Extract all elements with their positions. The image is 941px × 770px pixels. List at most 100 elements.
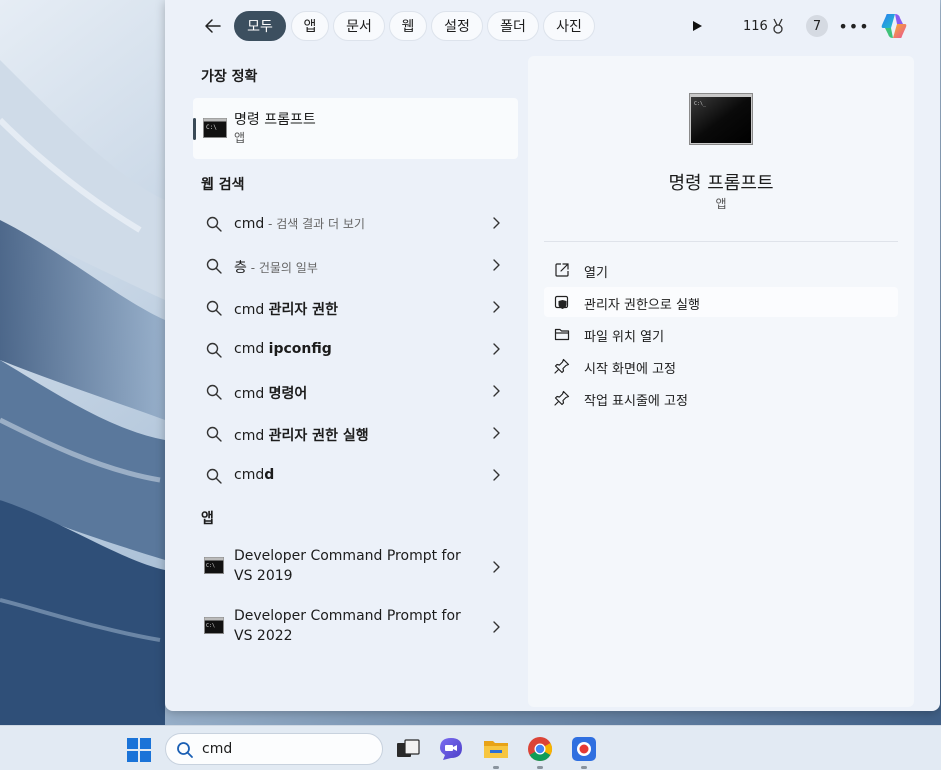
screen-recorder-icon[interactable]: [570, 735, 598, 763]
action-label: 열기: [584, 266, 608, 281]
chevron-right-icon: [493, 259, 500, 271]
action-open[interactable]: 열기: [544, 255, 898, 285]
command-prompt-icon: C:\: [204, 557, 224, 574]
action-label: 파일 위치 열기: [584, 330, 665, 345]
more-icon: •••: [838, 16, 870, 36]
back-button[interactable]: [197, 10, 229, 42]
search-icon: [206, 468, 222, 484]
detail-pane: C:\_ 명령 프롬프트 앱 열기 관리자 권한으로 실행 파일 위치 열기 시…: [528, 56, 914, 707]
search-icon: [206, 384, 222, 400]
result-query: cmd: [234, 428, 269, 444]
search-icon: [206, 258, 222, 274]
search-icon: [206, 342, 222, 358]
notification-badge[interactable]: 7: [806, 15, 828, 37]
folder-icon: [554, 328, 570, 341]
search-icon: [206, 216, 222, 232]
tab-folders[interactable]: 폴더: [487, 11, 539, 41]
taskbar: cmd: [0, 725, 941, 770]
filter-bar: 모두 앱 문서 웹 설정 폴더 사진 116 7 •••: [165, 10, 940, 42]
web-result-5[interactable]: cmd 명령어: [193, 373, 518, 411]
pin-icon: [554, 358, 570, 374]
web-result-4[interactable]: cmd ipconfig: [193, 331, 518, 369]
chrome-icon[interactable]: [526, 735, 554, 763]
chevron-right-icon: [493, 621, 500, 633]
app-result-vs2022[interactable]: C:\ Developer Command Prompt for VS 2022: [193, 600, 518, 654]
action-pin-to-start[interactable]: 시작 화면에 고정: [544, 351, 898, 381]
file-explorer-icon[interactable]: [482, 735, 510, 763]
web-result-3[interactable]: cmd 관리자 권한: [193, 289, 518, 327]
action-label: 관리자 권한으로 실행: [584, 298, 700, 313]
result-bold: 관리자 권한: [268, 302, 338, 318]
svg-text:C:\_: C:\_: [694, 101, 707, 107]
search-icon: [206, 300, 222, 316]
play-icon: [693, 21, 702, 31]
best-match-title: 명령 프롬프트: [234, 112, 316, 128]
best-match-subtitle: 앱: [234, 131, 246, 145]
points-value: 116: [743, 18, 768, 34]
taskbar-search-box[interactable]: cmd: [165, 733, 383, 765]
tab-apps[interactable]: 앱: [291, 11, 329, 41]
task-view-icon[interactable]: [394, 735, 422, 763]
app-result-vs2019[interactable]: C:\ Developer Command Prompt for VS 2019: [193, 540, 518, 594]
result-bold: 명령어: [268, 386, 308, 402]
web-result-7[interactable]: cmdd: [193, 457, 518, 495]
tab-all[interactable]: 모두: [234, 11, 286, 41]
play-button[interactable]: [687, 16, 707, 36]
chevron-right-icon: [493, 301, 500, 313]
web-result-6[interactable]: cmd 관리자 권한 실행: [193, 415, 518, 453]
result-query: cmd: [234, 341, 269, 357]
detail-subtitle: 앱: [715, 197, 727, 211]
tab-photos[interactable]: 사진: [543, 11, 595, 41]
web-result-2[interactable]: 층 - 건물의 일부: [193, 247, 518, 285]
action-label: 시작 화면에 고정: [584, 362, 676, 377]
pin-icon: [554, 390, 570, 406]
app-name-line1: Developer Command Prompt for: [234, 608, 461, 624]
chat-app-icon[interactable]: [437, 735, 465, 763]
taskbar-search-value: cmd: [202, 741, 233, 757]
action-run-as-admin[interactable]: 관리자 권한으로 실행: [544, 287, 898, 317]
chevron-right-icon: [493, 217, 500, 229]
web-search-heading: 웹 검색: [201, 177, 245, 193]
svg-text:C:\: C:\: [206, 563, 215, 569]
result-bold: 관리자 권한 실행: [268, 428, 369, 444]
chevron-right-icon: [493, 385, 500, 397]
result-query: cmd: [234, 302, 269, 318]
windows-start-icon[interactable]: [126, 737, 152, 763]
svg-text:C:\: C:\: [206, 623, 215, 629]
apps-heading: 앱: [201, 511, 214, 527]
app-name-line2: VS 2022: [234, 628, 293, 644]
web-result-1[interactable]: cmd - 검색 결과 더 보기: [193, 205, 518, 243]
app-name-line1: Developer Command Prompt for: [234, 548, 461, 564]
chevron-right-icon: [493, 469, 500, 481]
more-options-button[interactable]: •••: [838, 13, 870, 39]
action-open-file-location[interactable]: 파일 위치 열기: [544, 319, 898, 349]
result-query: cmd: [234, 386, 269, 402]
svg-text:C:\: C:\: [206, 124, 217, 131]
shield-icon: [554, 295, 569, 309]
search-icon: [177, 742, 193, 758]
rewards-points[interactable]: 116: [743, 16, 785, 36]
app-name-line2: VS 2019: [234, 568, 293, 584]
running-indicator: [493, 766, 499, 769]
best-match-item[interactable]: C:\ 명령 프롬프트 앱: [193, 98, 518, 159]
divider: [544, 241, 898, 242]
selection-indicator: [193, 118, 196, 140]
copilot-icon: [881, 14, 907, 38]
tab-web[interactable]: 웹: [389, 11, 427, 41]
copilot-button[interactable]: [878, 10, 910, 42]
chevron-right-icon: [493, 427, 500, 439]
best-match-heading: 가장 정확: [201, 69, 258, 85]
result-bold: d: [264, 467, 275, 483]
result-query: cmd: [234, 467, 265, 483]
action-label: 작업 표시줄에 고정: [584, 394, 688, 409]
result-query: cmd: [234, 216, 265, 232]
search-icon: [206, 426, 222, 442]
result-note: - 건물의 일부: [246, 261, 318, 275]
result-bold: ipconfig: [268, 341, 332, 357]
tab-settings[interactable]: 설정: [431, 11, 483, 41]
action-pin-to-taskbar[interactable]: 작업 표시줄에 고정: [544, 383, 898, 413]
tab-documents[interactable]: 문서: [333, 11, 385, 41]
command-prompt-large-icon: C:\_: [689, 93, 753, 145]
open-external-icon: [555, 263, 569, 277]
chevron-right-icon: [493, 343, 500, 355]
